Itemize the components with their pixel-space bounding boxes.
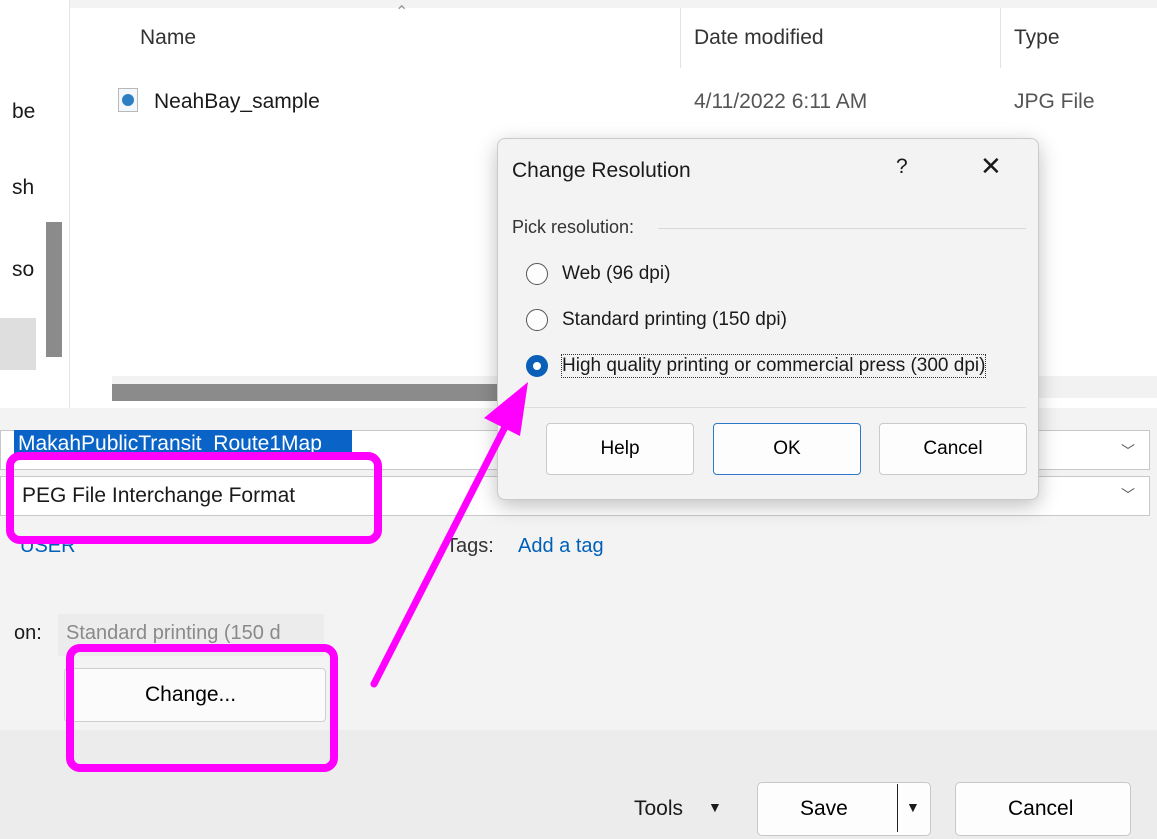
nav-item[interactable]: sh [12, 176, 34, 200]
radio-button-checked[interactable] [526, 355, 548, 377]
save-options-caret-icon[interactable]: ▼ [906, 799, 920, 815]
file-name: NeahBay_sample [154, 90, 320, 113]
nav-item[interactable]: be [12, 100, 35, 124]
dialog-title: Change Resolution [512, 159, 691, 182]
change-resolution-dialog: Change Resolution ? ✕ Pick resolution: W… [497, 138, 1039, 500]
ok-button[interactable]: OK [713, 423, 861, 475]
chevron-down-icon[interactable]: ﹀ [1121, 485, 1135, 505]
annotation-highlight-change-button [66, 644, 338, 772]
cancel-dialog-button[interactable]: Cancel [879, 423, 1027, 475]
radio-button[interactable] [526, 309, 548, 331]
sort-up-icon: ⌃ [395, 4, 409, 21]
save-button[interactable]: Save [757, 782, 931, 836]
radio-label[interactable]: Standard printing (150 dpi) [562, 309, 787, 331]
column-divider[interactable] [680, 8, 681, 68]
resolution-label: on: [14, 622, 42, 644]
save-split-divider [897, 784, 898, 832]
add-tag-link[interactable]: Add a tag [518, 535, 604, 558]
cancel-button-label: Cancel [1008, 797, 1074, 820]
group-divider [658, 228, 1026, 229]
radio-button[interactable] [526, 263, 548, 285]
nav-scrollbar-thumb[interactable] [46, 222, 62, 357]
close-icon[interactable]: ✕ [980, 153, 1002, 179]
dialog-separator [512, 407, 1026, 408]
chevron-down-icon[interactable]: ﹀ [1121, 441, 1135, 461]
pick-resolution-label: Pick resolution: [512, 217, 641, 238]
caret-down-icon[interactable]: ▼ [708, 799, 722, 815]
tags-label: Tags: [446, 535, 494, 557]
column-header-name[interactable]: Name [140, 26, 196, 50]
column-header-date-modified[interactable]: Date modified [694, 26, 824, 50]
navigation-pane: be sh so [0, 0, 70, 408]
horizontal-scrollbar-thumb[interactable] [112, 384, 532, 401]
file-date: 4/11/2022 6:11 AM [694, 90, 868, 113]
nav-item-selected[interactable] [0, 318, 36, 370]
save-button-label: Save [800, 797, 848, 820]
cancel-button[interactable]: Cancel [955, 782, 1131, 836]
image-file-icon [118, 88, 138, 112]
column-divider[interactable] [1000, 8, 1001, 68]
help-button[interactable]: Help [546, 423, 694, 475]
file-type: JPG File [1014, 90, 1095, 113]
annotation-highlight-save-type [6, 452, 382, 544]
column-header-type[interactable]: Type [1014, 26, 1060, 50]
nav-item[interactable]: so [12, 258, 34, 282]
help-icon[interactable]: ? [896, 155, 908, 179]
radio-label[interactable]: High quality printing or commercial pres… [560, 354, 987, 378]
file-row[interactable]: NeahBay_sample 4/11/2022 6:11 AM JPG Fil… [70, 88, 1157, 128]
radio-label[interactable]: Web (96 dpi) [562, 263, 670, 285]
tools-menu[interactable]: Tools [634, 797, 683, 821]
